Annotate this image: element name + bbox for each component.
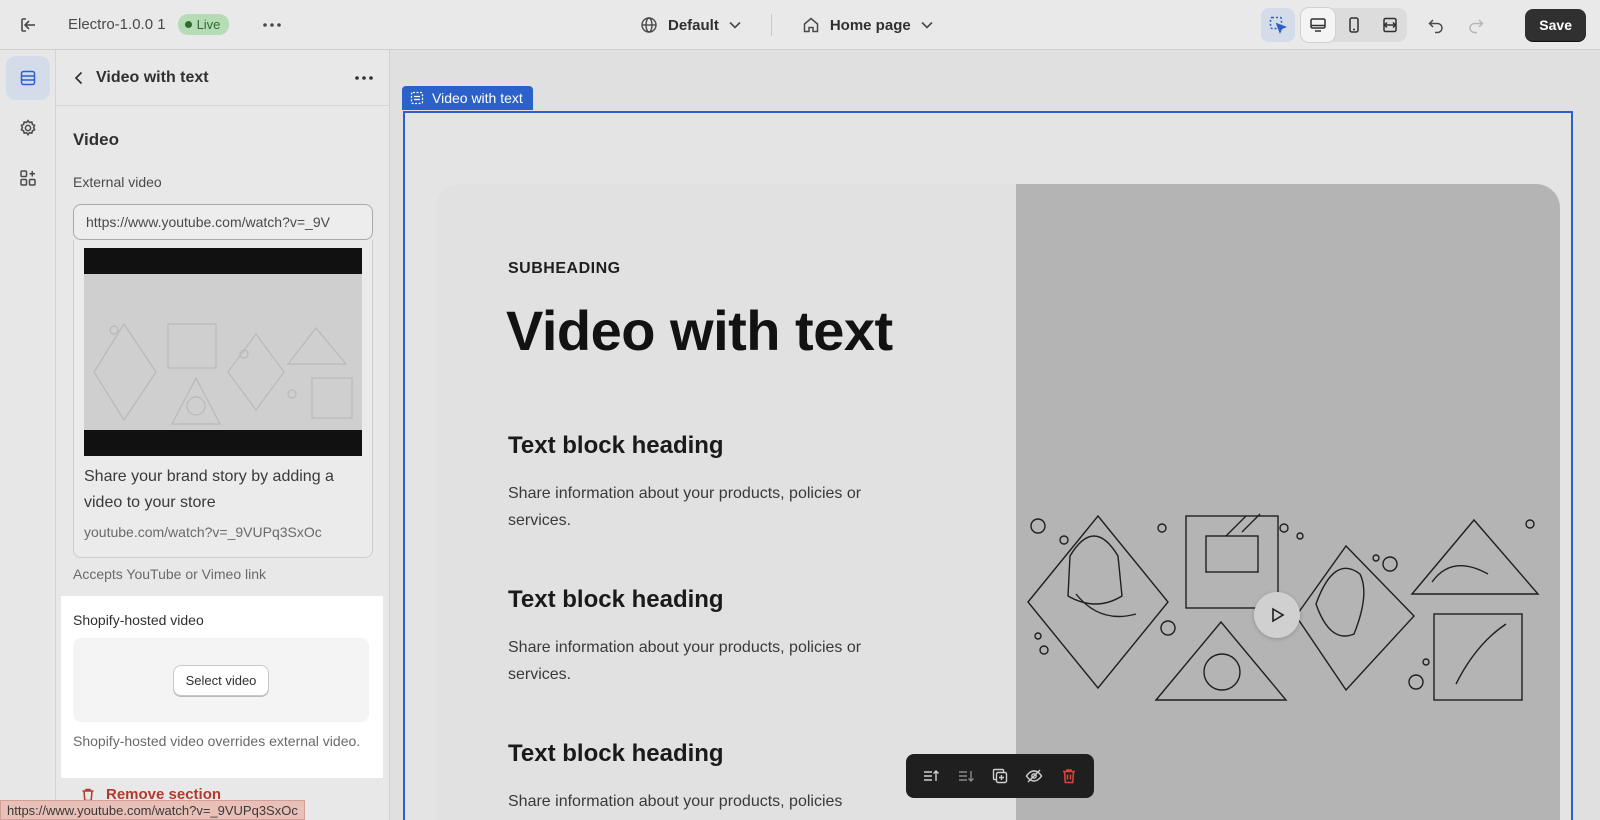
- illustration-thumbnail-icon: [93, 322, 353, 425]
- expand-width-icon: [1383, 17, 1398, 33]
- page-selector[interactable]: Home page: [802, 16, 933, 34]
- move-down-icon: [958, 771, 974, 782]
- delete-button[interactable]: [1055, 762, 1083, 790]
- text-block-heading: Text block heading: [508, 740, 724, 767]
- apps-nav-button[interactable]: [6, 156, 50, 200]
- panel-more-button[interactable]: [355, 75, 373, 80]
- play-button[interactable]: [1254, 592, 1300, 638]
- section-icon: [410, 91, 424, 105]
- ellipsis-icon: [355, 75, 373, 80]
- duplicate-button[interactable]: [986, 762, 1014, 790]
- left-icon-rail: [0, 50, 56, 820]
- link-status-bar: https://www.youtube.com/watch?v=_9VUPq3S…: [0, 800, 305, 820]
- undo-button[interactable]: [1419, 8, 1453, 42]
- fullwidth-view-button[interactable]: [1373, 8, 1407, 42]
- video-preview-description: Share your brand story by adding a video…: [84, 468, 334, 511]
- external-video-hint: Accepts YouTube or Vimeo link: [73, 566, 267, 582]
- external-video-label: External video: [73, 174, 162, 190]
- live-dot-icon: [184, 21, 192, 28]
- exit-icon: [21, 17, 35, 32]
- inspector-toggle-button[interactable]: [1261, 8, 1296, 42]
- move-up-button[interactable]: [917, 762, 945, 790]
- settings-group-title: Video: [73, 130, 119, 149]
- external-video-input[interactable]: https://www.youtube.com/watch?v=_9V: [73, 204, 373, 240]
- back-button[interactable]: [74, 71, 84, 85]
- redo-icon: [1469, 19, 1484, 34]
- shopify-hosted-video-field: Shopify-hosted video Select video Shopif…: [61, 596, 383, 778]
- desktop-view-button[interactable]: [1301, 8, 1336, 42]
- chevron-down-icon: [729, 21, 741, 29]
- globe-icon: [641, 17, 657, 33]
- text-column: SUBHEADING Video with text Text block he…: [436, 184, 1016, 820]
- exit-button[interactable]: [0, 0, 56, 50]
- move-up-icon: [924, 770, 940, 781]
- divider: [770, 14, 772, 36]
- text-block-heading: Text block heading: [508, 586, 724, 613]
- ellipsis-icon: [263, 22, 282, 27]
- cursor-select-icon: [1270, 16, 1288, 35]
- hosted-video-label: Shopify-hosted video: [73, 612, 204, 628]
- block-floating-toolbar: [906, 754, 1094, 798]
- mobile-view-button[interactable]: [1337, 8, 1371, 42]
- video-preview-url: youtube.com/watch?v=_9VUPq3SxOc: [84, 524, 322, 540]
- video-placeholder-illustration-icon: [1027, 513, 1540, 701]
- sections-icon: [20, 70, 35, 86]
- mobile-icon: [1349, 17, 1360, 33]
- duplicate-icon: [992, 768, 1008, 784]
- store-name: Electro-1.0.0 1: [68, 16, 166, 33]
- video-thumbnail: [84, 248, 362, 456]
- theme-selector[interactable]: Default: [640, 16, 741, 34]
- hide-button[interactable]: [1020, 762, 1048, 790]
- device-switcher: [1301, 8, 1408, 42]
- apps-icon: [19, 170, 36, 186]
- chevron-down-icon: [921, 21, 933, 29]
- video-with-text-section[interactable]: SUBHEADING Video with text Text block he…: [436, 184, 1560, 820]
- more-actions-button[interactable]: [259, 12, 285, 38]
- trash-icon: [1062, 769, 1075, 784]
- video-media[interactable]: [1016, 184, 1560, 820]
- live-badge: Live: [177, 14, 230, 35]
- theme-settings-nav-button[interactable]: [6, 106, 50, 150]
- desktop-icon: [1310, 18, 1327, 32]
- video-dropzone[interactable]: Select video: [73, 638, 369, 722]
- section-heading: Video with text: [506, 299, 893, 362]
- page-selector-label: Home page: [829, 16, 911, 34]
- text-block-body: Share information about your products, p…: [508, 639, 862, 683]
- eye-slash-icon: [1026, 769, 1043, 783]
- text-block-body: Share information about your products, p…: [508, 793, 843, 810]
- theme-selector-label: Default: [668, 16, 719, 34]
- section-settings-panel: Video with text Video External video htt…: [56, 50, 390, 820]
- move-down-button[interactable]: [952, 762, 980, 790]
- home-icon: [803, 17, 819, 33]
- gear-icon: [19, 119, 36, 137]
- section-tag[interactable]: Video with text: [402, 86, 533, 110]
- redo-button[interactable]: [1459, 8, 1493, 42]
- panel-header: Video with text: [56, 50, 389, 106]
- chevron-left-icon: [74, 71, 83, 84]
- save-button[interactable]: Save: [1525, 9, 1586, 41]
- hosted-video-help: Shopify-hosted video overrides external …: [73, 733, 361, 749]
- text-block-body: Share information about your products, p…: [508, 485, 862, 529]
- subheading: SUBHEADING: [508, 260, 621, 277]
- sections-nav-button[interactable]: [5, 56, 50, 100]
- undo-icon: [1428, 19, 1444, 34]
- top-bar: Electro-1.0.0 1 Live Default Home page S…: [0, 0, 1600, 50]
- panel-title: Video with text: [96, 68, 209, 86]
- select-video-button[interactable]: Select video: [172, 664, 270, 696]
- text-block-heading: Text block heading: [508, 432, 724, 459]
- video-preview-card[interactable]: Share your brand story by adding a video…: [73, 240, 373, 558]
- live-label: Live: [196, 17, 221, 32]
- section-tag-label: Video with text: [432, 90, 523, 106]
- play-icon: [1272, 607, 1285, 623]
